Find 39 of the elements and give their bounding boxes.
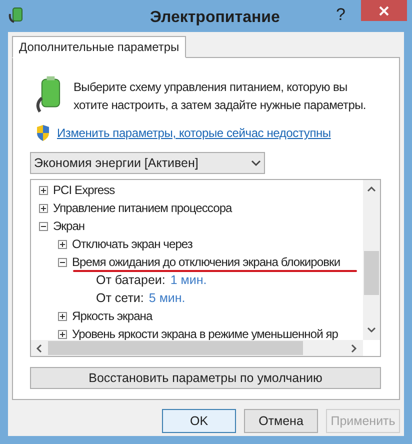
scroll-thumb[interactable] (48, 341, 303, 355)
dialog-button[interactable]: Отмена (244, 409, 318, 433)
tree-item[interactable]: Управление питанием процессора (53, 199, 232, 217)
tab[interactable]: Дополнительные параметры (12, 36, 186, 58)
scroll-left-icon (36, 344, 42, 353)
tree-item[interactable]: PCI Express (53, 181, 115, 199)
tree-item[interactable]: Экран (53, 217, 85, 235)
expand-icon[interactable] (39, 186, 48, 194)
vertical-scrollbar[interactable] (363, 180, 380, 340)
setting-label: От сети: (96, 290, 144, 307)
expand-icon[interactable] (39, 204, 48, 212)
scroll-right-icon (351, 344, 357, 353)
setting-value[interactable]: 1 мин. (170, 270, 207, 290)
horizontal-scrollbar[interactable] (31, 340, 363, 356)
setting-value[interactable]: 5 мин. (148, 288, 186, 308)
description-text: Выберите схему управления питанием, которую вы хотите настроить, а затем задайте нужные параметры. (73, 79, 367, 114)
expand-icon[interactable] (58, 330, 67, 338)
scroll-down-icon (367, 327, 376, 333)
restore-defaults-button[interactable]: Восстановить параметры по умолчанию (30, 367, 381, 389)
help-button[interactable]: ? (336, 2, 346, 28)
close-button[interactable] (361, 0, 407, 21)
shield-icon (36, 125, 50, 141)
tree-item[interactable]: Яркость экрана (72, 307, 152, 325)
expand-icon[interactable] (58, 240, 67, 248)
window-title: Электропитание (150, 8, 280, 28)
close-icon (379, 6, 389, 16)
dialog-button[interactable]: OK (162, 409, 236, 433)
expand-icon[interactable] (58, 312, 67, 320)
tree-item[interactable]: Отключать экран через (72, 235, 192, 253)
collapse-icon[interactable] (39, 222, 48, 230)
chevron-down-icon (251, 160, 261, 166)
plan-dropdown[interactable]: Экономия энергии [Активен] (30, 152, 265, 174)
change-settings-link[interactable]: Изменить параметры, которые сейчас недоступны (57, 124, 331, 142)
collapse-icon[interactable] (58, 258, 67, 266)
tree-item[interactable]: Время ожидания до отключения экрана блокировки (72, 253, 340, 271)
tree-item[interactable]: Уровень яркости экрана в режиме уменьшенной яр (72, 325, 338, 341)
scroll-up-icon (367, 186, 376, 192)
setting-label: От батареи: (96, 272, 166, 289)
scroll-thumb[interactable] (364, 251, 379, 295)
